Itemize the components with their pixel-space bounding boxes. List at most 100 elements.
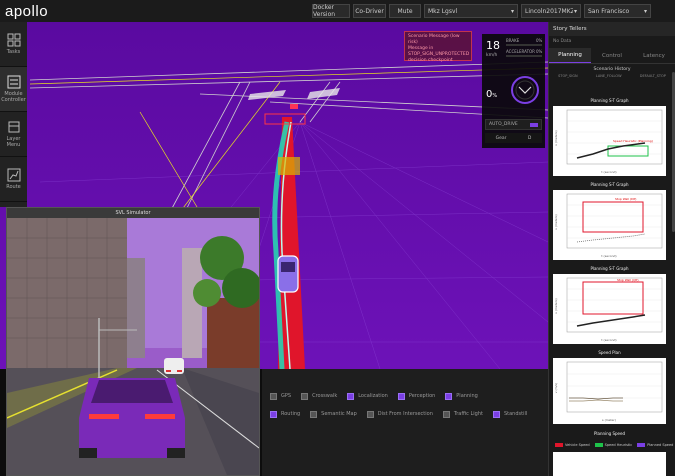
legend-standstill[interactable]: Standstill (492, 405, 528, 423)
vehicle-select-value: Lincoln2017MKZ_LGSVL (525, 7, 573, 15)
legend-routing-label: Routing (281, 411, 301, 417)
chart-2: Stop Wall (DP) t (second) s (meters) (553, 190, 666, 260)
legend-dist-intersection[interactable]: Dist From Intersection (366, 405, 433, 423)
nav-module-controller[interactable]: Module Controller (0, 67, 27, 112)
co-driver-button[interactable]: Co-Driver (353, 4, 386, 18)
chart-4-ylabel: v (m/s) (554, 383, 558, 394)
layer-icon (8, 121, 19, 133)
brake-label: BRAKE (506, 38, 520, 43)
grid-icon (7, 33, 20, 47)
apollo-logo: apollo (5, 2, 49, 20)
nav-tasks[interactable]: Tasks (0, 22, 27, 67)
scenario-cell: STOP_SIGN (558, 74, 578, 78)
scenario-alert: Scenario Message (low risk) Message in S… (404, 31, 472, 63)
monitor-tabs: Planning Control Latency (549, 48, 675, 64)
legend-row-1: GPS Crosswalk Localization Perception Pl… (270, 387, 540, 405)
mode-select[interactable]: Mkz Lgsvl ▾ (424, 4, 518, 18)
legend-crosswalk-label: Crosswalk (312, 393, 338, 399)
gear-value: D (527, 135, 532, 141)
alert-line-1: Scenario Message (low risk) (408, 34, 460, 45)
planning-speed-legend: Vehicle Speed Speed Heuristic Planned Sp… (555, 443, 673, 447)
chart-3-title: Planning S-T Graph (590, 266, 629, 271)
nav-route-label: Route (6, 184, 21, 190)
legend-swatch-green (594, 443, 603, 447)
steering-wheel-icon (511, 76, 539, 104)
chart-1-xlabel: t (second) (601, 170, 616, 174)
chart-4-title: Speed Plan (598, 350, 621, 355)
legend-perception[interactable]: Perception (397, 387, 436, 405)
chart-1: Speed Heuristic (Planning) t (second) s … (553, 106, 666, 176)
chart-1-note: Speed Heuristic (Planning) (613, 139, 653, 143)
legend-perception-label: Perception (408, 393, 436, 399)
planning-speed-title: Planning Speed (593, 431, 626, 436)
tab-latency[interactable]: Latency (633, 48, 675, 63)
checkbox-checked-icon (397, 392, 405, 400)
video-window-title: SVL Simulator (7, 208, 259, 218)
map-select[interactable]: San Francisco ▾ (584, 4, 651, 18)
legend-swatch-purple (637, 443, 646, 447)
chart-2-title: Planning S-T Graph (590, 182, 629, 187)
tab-planning[interactable]: Planning (549, 48, 591, 63)
chart-1-title: Planning S-T Graph (590, 98, 629, 103)
legend-planning-label: Planning (456, 393, 478, 399)
nav-layer-menu-label: Layer Menu (6, 136, 21, 148)
nav-layer-menu[interactable]: Layer Menu (0, 112, 27, 157)
side-navigation: Tasks Module Controller Layer Menu Route (0, 22, 27, 207)
legend-gps-label: GPS (281, 393, 292, 399)
map-select-value: San Francisco (588, 7, 630, 15)
alert-line-2: Message in STOP_SIGN_UNPROTECTED (408, 46, 470, 57)
nav-route[interactable]: Route (0, 157, 27, 202)
chart-2-xlabel: t (second) (601, 254, 616, 258)
camera-feed (7, 218, 259, 475)
top-bar: apollo Docker Version Co-Driver Mute Mkz… (0, 0, 675, 22)
speed-value: 18 (486, 39, 500, 52)
legend-planned-speed: Planned Speed (647, 443, 674, 447)
scenario-history-row: STOP_SIGN LANE_FOLLOW DEFAULT_STOP (549, 74, 675, 78)
checkbox-icon (270, 392, 277, 400)
docker-version-button[interactable]: Docker Version (312, 4, 350, 18)
module-controller-icon (7, 75, 20, 89)
layer-legend-panel: GPS Crosswalk Localization Perception Pl… (262, 369, 548, 476)
mode-select-value: Mkz Lgsvl (428, 7, 458, 15)
simulator-video-window[interactable]: SVL Simulator (6, 207, 260, 476)
legend-crosswalk[interactable]: Crosswalk (301, 387, 337, 405)
driving-mode-button[interactable]: AUTO_DRIVE (485, 119, 542, 130)
legend-planning[interactable]: Planning (445, 387, 478, 405)
chart-4: s (meter) v (m/s) (553, 358, 666, 424)
legend-dist-intersection-label: Dist From Intersection (377, 411, 433, 417)
legend-traffic-light[interactable]: Traffic Light (442, 405, 483, 423)
vehicle-status-panel: 18 km/h BRAKE 0% ACCELERATOR 0% 0% AUTO_… (482, 34, 545, 148)
gear-row: Gear D (485, 133, 542, 143)
accelerator-bar (506, 55, 542, 57)
driving-mode-indicator (530, 122, 538, 127)
legend-semantic-map[interactable]: Semantic Map (310, 405, 357, 423)
chart-3-xlabel: t (second) (601, 338, 616, 342)
steering-value: 0% (486, 89, 497, 100)
planning-speed-chart (553, 452, 666, 476)
checkbox-icon (442, 410, 450, 418)
checkbox-checked-icon (270, 410, 277, 418)
legend-traffic-light-label: Traffic Light (453, 411, 483, 417)
brake-percent: 0% (536, 38, 543, 43)
checkbox-checked-icon (347, 392, 355, 400)
speed-unit: km/h (486, 53, 498, 58)
legend-routing[interactable]: Routing (270, 405, 300, 423)
chevron-down-icon: ▾ (573, 7, 577, 15)
brake-bar (506, 44, 542, 46)
checkbox-checked-icon (445, 392, 453, 400)
legend-row-2: Routing Semantic Map Dist From Intersect… (270, 405, 540, 423)
legend-gps[interactable]: GPS (270, 387, 291, 405)
scenario-history-title: Scenario History (593, 67, 631, 72)
accelerator-percent: 0% (536, 49, 543, 54)
legend-standstill-label: Standstill (503, 411, 528, 417)
tab-control[interactable]: Control (591, 48, 633, 63)
vehicle-select[interactable]: Lincoln2017MKZ_LGSVL ▾ (521, 4, 581, 18)
chart-2-ylabel: s (meters) (554, 214, 558, 229)
story-tellers-status: No Data (553, 39, 572, 44)
chevron-down-icon: ▾ (510, 7, 514, 15)
chart-2-note: Stop Wall (DP) (615, 197, 636, 201)
legend-localization[interactable]: Localization (347, 387, 388, 405)
checkbox-icon (310, 410, 318, 418)
mute-button[interactable]: Mute (389, 4, 421, 18)
chart-3: Stop Wall (QP) t (second) s (meters) (553, 274, 666, 344)
